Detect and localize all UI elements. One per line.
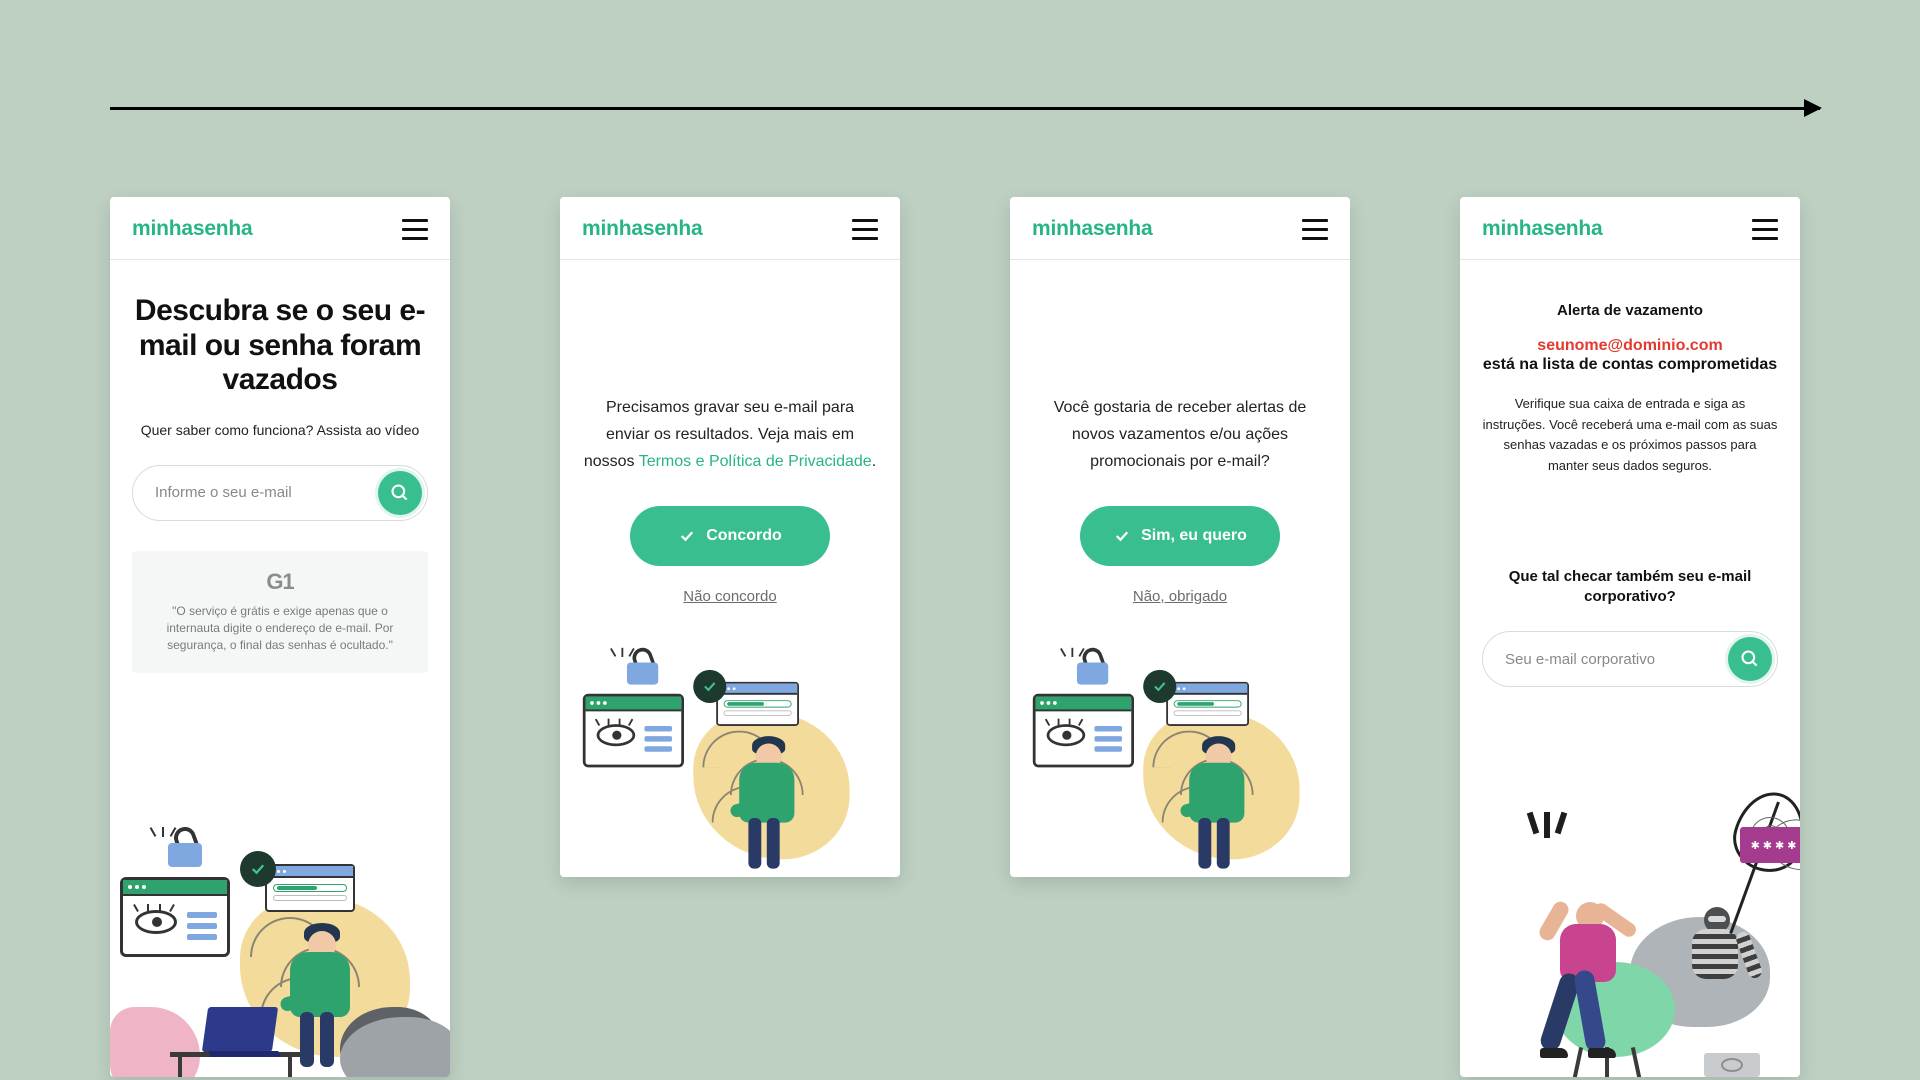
consent-suffix: . [872, 453, 876, 470]
subtitle[interactable]: Quer saber como funciona? Assista ao víd… [132, 420, 428, 441]
illustration-laptop-leak-small [1024, 703, 1337, 877]
screen-consent-terms: minhasenha Precisamos gravar seu e-mail … [560, 197, 900, 877]
optin-label: Sim, eu quero [1141, 527, 1247, 545]
consent-text: Precisamos gravar seu e-mail para enviar… [582, 394, 878, 476]
result-content: Alerta de vazamento seunome@dominio.com … [1460, 260, 1800, 1077]
screen-leak-result: minhasenha Alerta de vazamento seunome@d… [1460, 197, 1800, 1077]
corporate-prompt: Que tal checar também seu e-mail corpora… [1482, 567, 1778, 608]
eye-chip-icon [1704, 1053, 1760, 1077]
header: minhasenha [560, 197, 900, 260]
consent-content: Precisamos gravar seu e-mail para enviar… [560, 260, 900, 877]
optout-link[interactable]: Não, obrigado [1133, 588, 1227, 605]
header: minhasenha [110, 197, 450, 260]
menu-icon[interactable] [852, 219, 878, 240]
press-quote-card: G1 "O serviço é grátis e exige apenas qu… [132, 551, 428, 673]
menu-icon[interactable] [402, 219, 428, 240]
header: minhasenha [1010, 197, 1350, 260]
brand-logo[interactable]: minhasenha [132, 217, 253, 241]
optin-button[interactable]: Sim, eu quero [1080, 506, 1280, 566]
agree-label: Concordo [706, 527, 782, 545]
screen-consent-alerts: minhasenha Você gostaria de receber aler… [1010, 197, 1350, 877]
page-title: Descubra se o seu e-mail ou senha foram … [132, 294, 428, 398]
illustration-laptop-leak [110, 827, 450, 1077]
check-icon [678, 527, 696, 545]
screen-landing: minhasenha Descubra se o seu e-mail ou s… [110, 197, 450, 1077]
illustration-password-thief [1460, 797, 1800, 1077]
terms-link[interactable]: Termos e Política de Privacidade [639, 453, 872, 470]
timeline-arrow [110, 107, 1820, 110]
corp-email-search [1482, 631, 1778, 687]
password-chip-icon [1740, 827, 1800, 863]
search-icon [1740, 649, 1760, 669]
decline-link[interactable]: Não concordo [683, 588, 776, 605]
brand-logo[interactable]: minhasenha [582, 217, 703, 241]
checkmark-icon [240, 851, 276, 887]
brand-logo[interactable]: minhasenha [1482, 217, 1603, 241]
illustration-laptop-leak-small [574, 703, 887, 877]
agree-button[interactable]: Concordo [630, 506, 830, 566]
search-button[interactable] [378, 471, 422, 515]
alerts-text: Você gostaria de receber alertas de novo… [1032, 394, 1328, 476]
menu-icon[interactable] [1302, 219, 1328, 240]
press-quote: "O serviço é grátis e exige apenas que o… [146, 603, 414, 655]
header: minhasenha [1460, 197, 1800, 260]
status-text: está na lista de contas comprometidas [1482, 355, 1778, 376]
search-icon [390, 483, 410, 503]
screens-row: minhasenha Descubra se o seu e-mail ou s… [110, 197, 1800, 1077]
check-icon [1113, 527, 1131, 545]
instructions-text: Verifique sua caixa de entrada e siga as… [1482, 394, 1778, 477]
alerts-content: Você gostaria de receber alertas de novo… [1010, 260, 1350, 877]
landing-content: Descubra se o seu e-mail ou senha foram … [110, 260, 450, 1077]
press-source-logo: G1 [146, 569, 414, 595]
email-search [132, 465, 428, 521]
brand-logo[interactable]: minhasenha [1032, 217, 1153, 241]
alert-heading: Alerta de vazamento [1482, 302, 1778, 319]
compromised-email: seunome@dominio.com [1482, 337, 1778, 355]
menu-icon[interactable] [1752, 219, 1778, 240]
